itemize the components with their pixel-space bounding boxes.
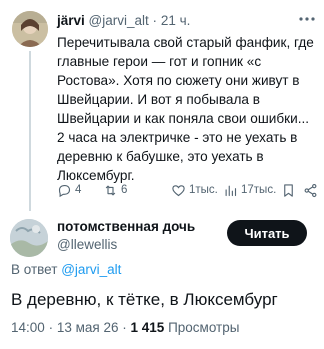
reply-to-prefix: В ответ <box>11 262 58 277</box>
tweet1-header: järvi @jarvi_alt · 21 ч. <box>57 13 190 28</box>
tweet2-author-handle[interactable]: @llewellis <box>57 237 195 252</box>
tweet1-actions: 4 6 1тыс. 17тыс. <box>57 181 319 199</box>
tweet2-footer: 14:00 · 13 мая 26 · 1 415 Просмотры <box>11 320 239 335</box>
reply-button[interactable]: 4 <box>57 183 103 198</box>
footer-separator-1: · <box>48 320 54 335</box>
share-icon <box>304 183 317 197</box>
tweet2-time[interactable]: 14:00 <box>11 320 45 335</box>
bookmark-icon <box>284 183 293 197</box>
tweet2-header: потомственная дочь @llewellis <box>57 219 195 252</box>
tweet2-views-label[interactable]: Просмотры <box>168 320 239 335</box>
footer-separator-2: · <box>122 320 127 335</box>
tweet1-separator: · <box>152 13 158 28</box>
views-button[interactable]: 17тыс. <box>223 183 281 198</box>
retweet-count: 6 <box>121 184 128 196</box>
views-count: 17тыс. <box>241 184 277 196</box>
reply-icon <box>58 184 71 197</box>
tweet2-author-name[interactable]: потомственная дочь <box>57 219 195 234</box>
avatar-jarvi[interactable] <box>12 11 48 47</box>
tweet2-date[interactable]: 13 мая 26 <box>57 320 119 335</box>
bookmark-button[interactable] <box>281 183 303 198</box>
like-count: 1тыс. <box>189 184 218 196</box>
tweet2-views-count: 1 415 <box>130 320 165 335</box>
tweet1-author-handle[interactable]: @jarvi_alt <box>89 13 149 28</box>
avatar-llewellis[interactable] <box>10 219 48 257</box>
reply-to-line: В ответ @jarvi_alt <box>11 262 121 277</box>
thread-line <box>29 51 31 211</box>
tweet1-text: Перечитывала свой старый фанфик, где гла… <box>57 35 314 183</box>
tweet1-author-name[interactable]: järvi <box>57 13 85 28</box>
follow-button[interactable]: Читать <box>227 220 307 246</box>
retweet-button[interactable]: 6 <box>103 183 171 198</box>
tweet1-time[interactable]: 21 ч. <box>161 13 191 28</box>
retweet-icon <box>105 185 116 195</box>
reply-count: 4 <box>75 184 82 196</box>
tweet2-text: В деревню, к тётке, в Люксембург <box>11 290 278 309</box>
share-button[interactable] <box>303 183 319 198</box>
like-button[interactable]: 1тыс. <box>171 183 223 198</box>
reply-to-handle-link[interactable]: @jarvi_alt <box>61 262 121 277</box>
views-icon <box>225 185 237 196</box>
more-icon[interactable] <box>298 14 316 24</box>
like-icon <box>172 184 185 196</box>
